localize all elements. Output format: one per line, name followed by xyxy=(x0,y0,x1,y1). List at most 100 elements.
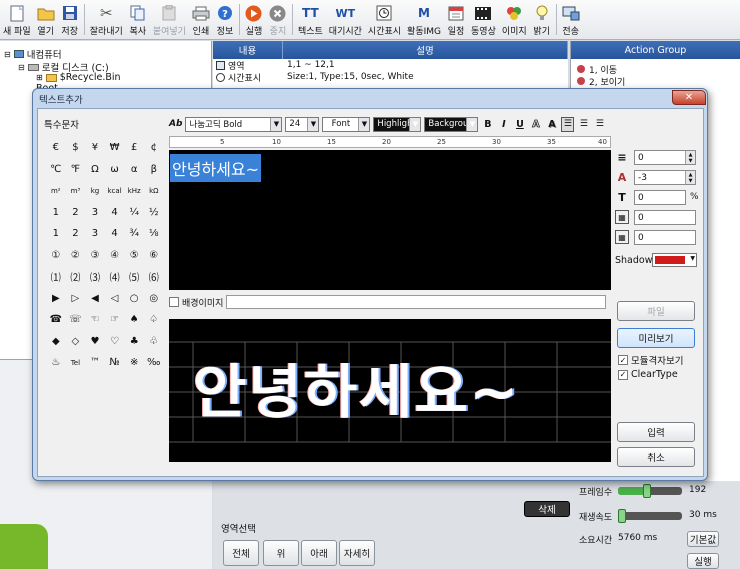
align-right-button[interactable]: ☰ xyxy=(593,117,606,132)
tree-item-my-computer[interactable]: ⊟ 내컴퓨터 xyxy=(4,47,62,62)
detail-button[interactable]: 자세히 xyxy=(339,540,375,566)
transfer-button[interactable]: 전송 xyxy=(559,0,583,39)
print-button[interactable]: 인쇄 xyxy=(189,0,213,39)
playback-speed-slider[interactable] xyxy=(618,509,682,523)
text-editor[interactable]: 안녕하세요~ xyxy=(169,150,611,290)
special-char-button[interactable]: 1 xyxy=(46,223,66,245)
file-button[interactable]: 파일 xyxy=(617,301,695,321)
special-char-button[interactable]: ⑶ xyxy=(85,266,105,288)
special-char-button[interactable]: Ω xyxy=(85,159,105,181)
collapse-toggle[interactable]: ⊟ xyxy=(4,50,11,59)
editor-selected-text[interactable]: 안녕하세요~ xyxy=(170,154,262,182)
special-char-button[interactable]: m² xyxy=(46,180,66,202)
special-char-button[interactable]: ¼ xyxy=(124,202,144,224)
special-char-button[interactable]: ① xyxy=(46,245,66,267)
delete-button[interactable]: 삭제 xyxy=(524,501,570,517)
ok-button[interactable]: 입력 xyxy=(617,422,695,442)
special-char-button[interactable]: Tel xyxy=(66,352,86,374)
special-char-button[interactable]: ② xyxy=(66,245,86,267)
run-button[interactable]: 실행 xyxy=(687,553,719,569)
special-char-button[interactable]: ⑹ xyxy=(144,266,164,288)
special-char-button[interactable]: kcal xyxy=(105,180,125,202)
special-char-button[interactable]: ¾ xyxy=(124,223,144,245)
outline-button[interactable]: A xyxy=(529,117,542,132)
special-char-button[interactable]: m³ xyxy=(66,180,86,202)
paste-button[interactable]: 붙여넣기 xyxy=(150,0,189,39)
special-char-button[interactable]: α xyxy=(124,159,144,181)
new-file-button[interactable]: 새 파일 xyxy=(0,0,34,39)
action-item[interactable]: 2, 보이기 xyxy=(571,75,740,88)
underline-button[interactable]: U xyxy=(513,117,526,132)
info-button[interactable]: ? 정보 xyxy=(213,0,237,39)
bold-button[interactable]: B xyxy=(481,117,494,132)
special-char-button[interactable]: 4 xyxy=(105,202,125,224)
time-display-button[interactable]: 시간표시 xyxy=(365,0,404,39)
special-char-button[interactable]: ₩ xyxy=(105,137,125,159)
list-item[interactable]: 영역 1,1 ~ 12,1 xyxy=(213,59,568,72)
special-char-button[interactable]: ⑸ xyxy=(124,266,144,288)
frame-count-slider[interactable] xyxy=(618,484,682,498)
special-char-button[interactable]: ④ xyxy=(105,245,125,267)
default-button[interactable]: 기본값 xyxy=(687,531,719,547)
special-char-button[interactable]: ☎ xyxy=(46,309,66,331)
special-char-button[interactable]: kg xyxy=(85,180,105,202)
special-char-button[interactable]: 2 xyxy=(66,223,86,245)
special-char-button[interactable]: ☏ xyxy=(66,309,86,331)
dialog-close-button[interactable]: ✕ xyxy=(672,90,706,105)
offset-y-input[interactable]: 0 xyxy=(634,230,696,245)
down-button[interactable]: 아래 xyxy=(301,540,337,566)
special-char-button[interactable]: ♣ xyxy=(124,331,144,353)
special-char-button[interactable]: ③ xyxy=(85,245,105,267)
special-char-button[interactable]: ☞ xyxy=(105,309,125,331)
special-char-button[interactable]: ω xyxy=(105,159,125,181)
line-spacing-input[interactable]: 0 ▲ ▼ xyxy=(634,150,696,165)
special-char-button[interactable]: ♠ xyxy=(124,309,144,331)
special-char-button[interactable]: $ xyxy=(66,137,86,159)
text-button[interactable]: TT 텍스트 xyxy=(295,0,326,39)
schedule-button[interactable]: 일정 xyxy=(444,0,468,39)
highlight-color-select[interactable]: Highlight ▼ xyxy=(373,116,422,132)
text-scale-input[interactable]: 0 xyxy=(634,190,686,205)
special-char-button[interactable]: ♡ xyxy=(105,331,125,353)
video-button[interactable]: 동영상 xyxy=(468,0,499,39)
special-char-button[interactable]: 4 xyxy=(105,223,125,245)
activity-img-button[interactable]: M 활동IMG xyxy=(404,0,444,39)
special-char-button[interactable]: ○ xyxy=(124,288,144,310)
expand-toggle[interactable]: ⊞ xyxy=(36,73,43,82)
action-item[interactable]: 1, 이동 xyxy=(571,63,740,76)
special-char-button[interactable]: ⑵ xyxy=(66,266,86,288)
column-description[interactable]: 설명 xyxy=(283,41,568,59)
cut-button[interactable]: ✂ 잘라내기 xyxy=(87,0,126,39)
special-char-button[interactable]: ⅛ xyxy=(144,223,164,245)
modular-grid-checkbox[interactable]: ✓ xyxy=(618,355,628,365)
cleartype-checkbox[interactable]: ✓ xyxy=(618,369,628,380)
align-left-button[interactable]: ☰ xyxy=(561,116,575,132)
wait-time-button[interactable]: WT 대기시간 xyxy=(326,0,365,39)
image-button[interactable]: 이미지 xyxy=(499,0,530,39)
bg-image-checkbox[interactable] xyxy=(169,297,179,307)
special-char-button[interactable]: 3 xyxy=(85,202,105,224)
special-char-button[interactable]: € xyxy=(46,137,66,159)
italic-button[interactable]: I xyxy=(497,117,510,132)
stop-toolbar-button[interactable]: 중지 xyxy=(266,0,290,39)
special-char-button[interactable]: ▷ xyxy=(66,288,86,310)
font-color-select[interactable]: Font ▼ xyxy=(322,116,371,132)
special-char-button[interactable]: ⑴ xyxy=(46,266,66,288)
special-char-button[interactable]: ◇ xyxy=(66,331,86,353)
special-char-button[interactable]: ◀ xyxy=(85,288,105,310)
all-button[interactable]: 전체 xyxy=(223,540,259,566)
brightness-button[interactable]: 밝기 xyxy=(530,0,554,39)
special-char-button[interactable]: ☜ xyxy=(85,309,105,331)
offset-x-input[interactable]: 0 xyxy=(634,210,696,225)
save-button[interactable]: 저장 xyxy=(58,0,82,39)
copy-button[interactable]: 복사 xyxy=(126,0,150,39)
special-char-button[interactable]: ♧ xyxy=(144,331,164,353)
special-char-button[interactable]: 1 xyxy=(46,202,66,224)
frame-count-thumb[interactable] xyxy=(642,484,651,498)
special-char-button[interactable]: 2 xyxy=(66,202,86,224)
shadow-text-button[interactable]: A xyxy=(545,117,558,132)
up-button[interactable]: 위 xyxy=(263,540,299,566)
open-button[interactable]: 열기 xyxy=(34,0,58,39)
bg-image-path-input[interactable] xyxy=(226,295,607,309)
special-char-button[interactable]: ◁ xyxy=(105,288,125,310)
